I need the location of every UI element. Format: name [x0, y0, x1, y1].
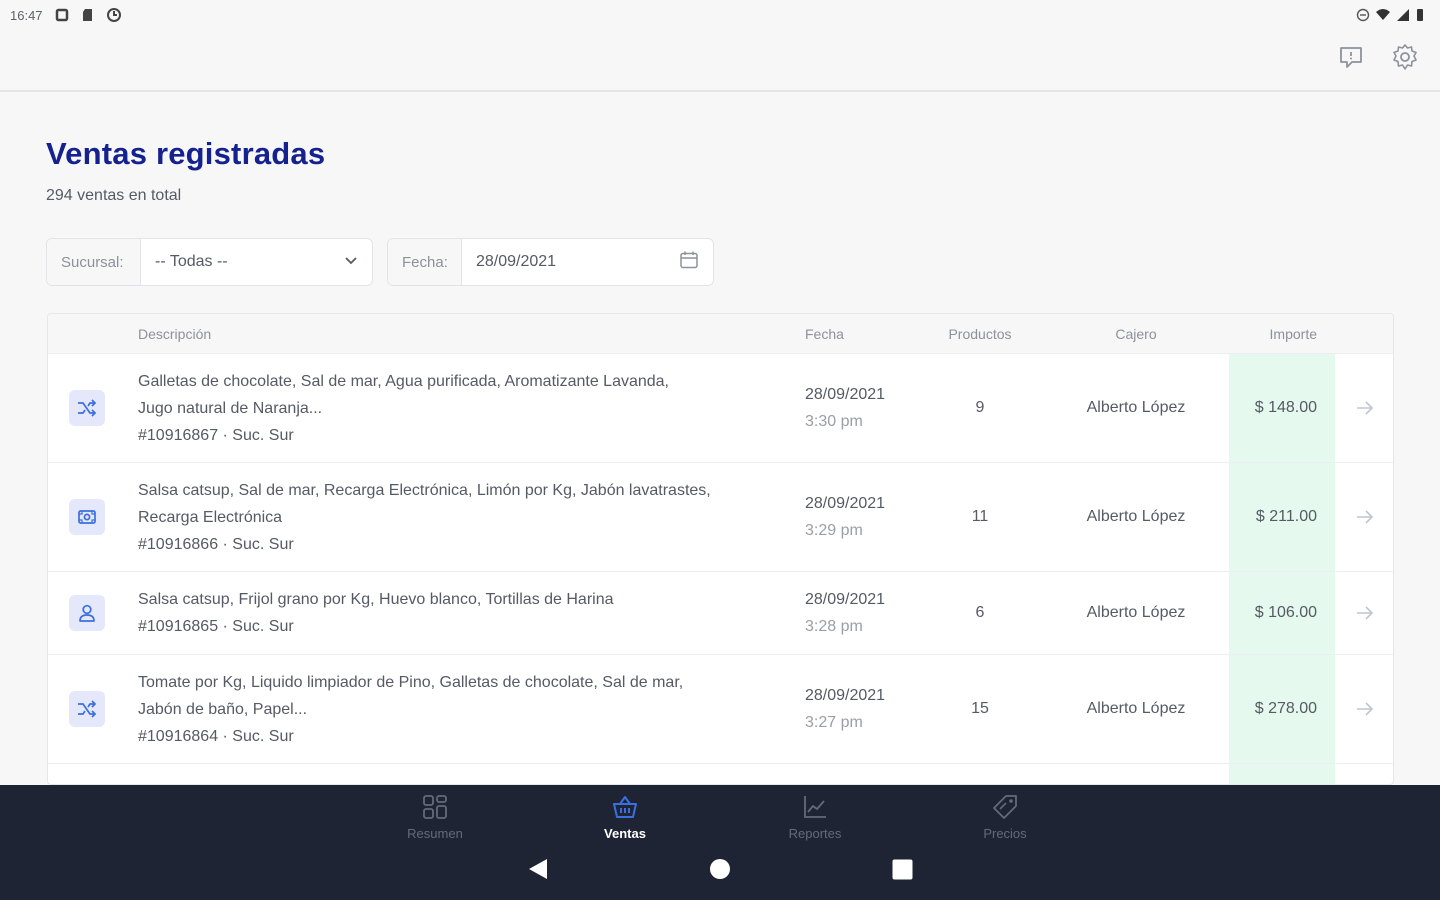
- sale-time: 3:27 pm: [805, 714, 863, 731]
- sale-date: 28/09/2021: [805, 591, 886, 608]
- table-row[interactable]: Tomate por Kg, Liquido limpiador de Pino…: [48, 655, 1393, 764]
- sale-amount: $ 148.00: [1229, 354, 1335, 462]
- battery-icon: [1416, 8, 1430, 22]
- back-triangle-icon[interactable]: [527, 857, 549, 886]
- feedback-icon[interactable]: [1336, 42, 1366, 72]
- date-input[interactable]: 28/09/2021: [462, 239, 713, 285]
- calendar-icon[interactable]: [679, 250, 699, 275]
- tab-precios[interactable]: Precios: [945, 793, 1065, 841]
- sale-cashier: Alberto López: [1086, 399, 1186, 416]
- sale-description: Salsa catsup, Frijol grano por Kg, Huevo…: [138, 591, 614, 608]
- sale-meta: #10916865 · Suc. Sur: [138, 618, 294, 635]
- system-navigation: [0, 857, 1440, 887]
- tab-label: Resumen: [407, 826, 463, 841]
- app-bar: [0, 30, 1440, 92]
- branch-filter-label: Sucursal:: [47, 239, 141, 285]
- sale-meta: #10916864 · Suc. Sur: [138, 727, 294, 745]
- table-header: Descripción Fecha Productos Cajero Impor…: [48, 314, 1393, 354]
- dashboard-icon: [421, 793, 449, 826]
- wifi-icon: [1376, 8, 1390, 22]
- sd-card-icon: [81, 8, 95, 22]
- date-input-value: 28/09/2021: [476, 253, 557, 270]
- table-row[interactable]: Salsa catsup, Sal de mar, Recarga Electr…: [48, 463, 1393, 572]
- sale-products: 9: [975, 399, 985, 416]
- arrow-right-icon[interactable]: [1335, 605, 1393, 621]
- tab-ventas[interactable]: Ventas: [565, 793, 685, 841]
- sale-date: 28/09/2021: [805, 687, 886, 704]
- arrow-right-icon[interactable]: [1335, 701, 1393, 717]
- sale-products: 11: [971, 508, 989, 525]
- user-icon: [69, 595, 105, 631]
- sale-description: Jabón de baño, Papel...: [138, 700, 308, 718]
- sale-description: Recarga Electrónica: [138, 508, 283, 526]
- bottom-navigation: Resumen Ventas Reportes Precios: [0, 785, 1440, 900]
- sale-amount: $ 106.00: [1229, 572, 1335, 654]
- tab-label: Ventas: [604, 826, 646, 841]
- table-row[interactable]: Galletas de chocolate, Sal de mar, Agua …: [48, 354, 1393, 463]
- arrow-right-icon[interactable]: [1335, 509, 1393, 525]
- date-filter[interactable]: Fecha: 28/09/2021: [387, 238, 714, 286]
- branch-select[interactable]: -- Todas --: [141, 239, 372, 285]
- sale-description: Jugo natural de Naranja...: [138, 399, 323, 417]
- shuffle-icon: [69, 390, 105, 426]
- sale-meta: #10916866 · Suc. Sur: [138, 535, 294, 553]
- status-bar: 16:47: [0, 0, 1440, 30]
- sale-time: 3:28 pm: [805, 618, 863, 635]
- sale-date: 28/09/2021: [805, 386, 886, 403]
- sale-products: 6: [975, 604, 985, 621]
- page-title: Ventas registradas: [46, 136, 326, 171]
- tab-label: Reportes: [788, 826, 842, 841]
- column-header-cashier[interactable]: Cajero: [1043, 326, 1229, 342]
- tag-icon: [991, 793, 1019, 826]
- sale-description: Salsa catsup, Sal de mar, Recarga Electr…: [138, 481, 711, 499]
- sales-table: Descripción Fecha Productos Cajero Impor…: [47, 313, 1394, 785]
- tab-reportes[interactable]: Reportes: [755, 793, 875, 841]
- sale-cashier: Alberto López: [1086, 508, 1186, 525]
- notification-square-icon: [55, 8, 69, 22]
- sale-description: Galletas de chocolate, Sal de mar, Agua …: [138, 372, 669, 390]
- branch-filter[interactable]: Sucursal: -- Todas --: [46, 238, 373, 286]
- sale-time: 3:30 pm: [805, 413, 863, 430]
- sale-cashier: Alberto López: [1086, 604, 1186, 621]
- sale-products: 15: [971, 700, 989, 717]
- dnd-icon: [1356, 8, 1370, 22]
- branch-select-value: -- Todas --: [155, 253, 228, 270]
- sale-meta: #10916867 · Suc. Sur: [138, 426, 294, 444]
- sales-count: 294 ventas en total: [46, 187, 182, 204]
- column-header-description[interactable]: Descripción: [138, 326, 805, 342]
- shuffle-icon: [69, 691, 105, 727]
- sale-cashier: Alberto López: [1086, 700, 1186, 717]
- tab-label: Precios: [983, 826, 1027, 841]
- tab-resumen[interactable]: Resumen: [375, 793, 495, 841]
- settings-gear-icon[interactable]: [1390, 42, 1420, 72]
- recents-square-icon[interactable]: [892, 859, 913, 885]
- basket-icon: [611, 793, 639, 826]
- chevron-down-icon: [344, 253, 358, 272]
- home-circle-icon[interactable]: [709, 858, 731, 885]
- sale-description: Tomate por Kg, Liquido limpiador de Pino…: [138, 673, 684, 691]
- table-row[interactable]: Salsa catsup, Frijol grano por Kg, Huevo…: [48, 572, 1393, 655]
- arrow-right-icon[interactable]: [1335, 400, 1393, 416]
- column-header-amount[interactable]: Importe: [1229, 326, 1335, 342]
- sale-date: 28/09/2021: [805, 495, 886, 512]
- column-header-date[interactable]: Fecha: [805, 326, 917, 342]
- date-filter-label: Fecha:: [388, 239, 462, 285]
- cash-icon: [69, 499, 105, 535]
- table-row[interactable]: [48, 764, 1393, 784]
- sale-time: 3:29 pm: [805, 522, 863, 539]
- sale-amount: $ 211.00: [1229, 463, 1335, 571]
- sale-amount: $ 278.00: [1229, 655, 1335, 763]
- signal-icon: [1396, 8, 1410, 22]
- sync-icon: [106, 8, 121, 22]
- chart-icon: [801, 793, 829, 826]
- status-time: 16:47: [10, 7, 43, 23]
- column-header-products[interactable]: Productos: [917, 326, 1043, 342]
